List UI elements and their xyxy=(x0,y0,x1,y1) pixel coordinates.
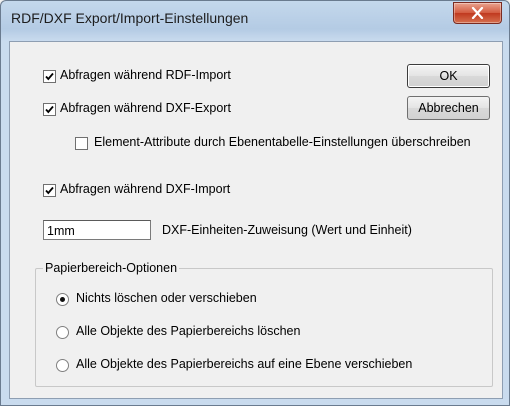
radio-move-to-layer[interactable] xyxy=(56,359,69,372)
close-button[interactable] xyxy=(453,2,502,24)
close-icon xyxy=(471,7,484,19)
window-title: RDF/DXF Export/Import-Einstellungen xyxy=(11,10,249,26)
checkmark-icon xyxy=(45,186,54,195)
dxf-export-label: Abfragen während DXF-Export xyxy=(60,101,231,115)
radio-move-to-layer-label: Alle Objekte des Papierbereichs auf eine… xyxy=(76,357,413,371)
dxf-import-label: Abfragen während DXF-Import xyxy=(60,182,231,196)
ok-button[interactable]: OK xyxy=(407,64,490,88)
rdf-import-label: Abfragen während RDF-Import xyxy=(60,68,231,82)
radio-selected-dot xyxy=(60,297,65,302)
dxf-import-checkbox[interactable] xyxy=(43,184,56,197)
dxf-export-checkbox[interactable] xyxy=(43,103,56,116)
rdf-import-checkbox[interactable] xyxy=(43,70,56,83)
paper-space-group-title: Papierbereich-Optionen xyxy=(43,261,180,275)
radio-delete-objects[interactable] xyxy=(56,326,69,339)
units-input[interactable]: 1mm xyxy=(43,220,151,240)
units-label: DXF-Einheiten-Zuweisung (Wert und Einhei… xyxy=(162,223,412,237)
dialog-window: RDF/DXF Export/Import-Einstellungen Abfr… xyxy=(0,0,510,406)
radio-nothing[interactable] xyxy=(56,293,69,306)
cancel-button[interactable]: Abbrechen xyxy=(407,96,490,120)
dialog-content: Abfragen während RDF-Import Abfragen wäh… xyxy=(9,41,503,399)
checkmark-icon xyxy=(45,72,54,81)
overwrite-attributes-label: Element-Attribute durch Ebenentabelle-Ei… xyxy=(94,135,471,149)
radio-nothing-label: Nichts löschen oder verschieben xyxy=(76,291,257,305)
title-bar[interactable]: RDF/DXF Export/Import-Einstellungen xyxy=(1,1,509,41)
checkmark-icon xyxy=(45,105,54,114)
radio-delete-objects-label: Alle Objekte des Papierbereichs löschen xyxy=(76,324,301,338)
overwrite-attributes-checkbox[interactable] xyxy=(75,137,88,150)
